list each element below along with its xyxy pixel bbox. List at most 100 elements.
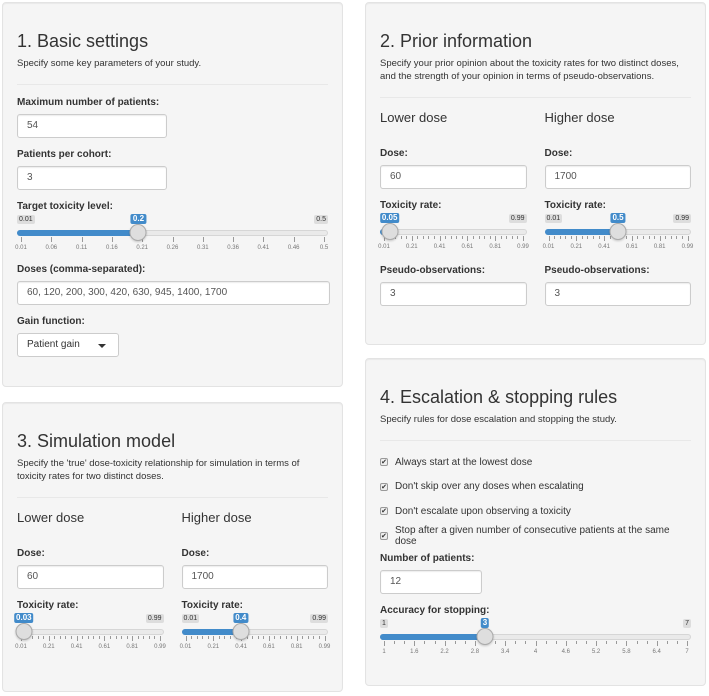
checkbox[interactable]: ✔	[380, 458, 388, 466]
slider-tick-label: 0.46	[287, 245, 300, 251]
checkbox[interactable]: ✔	[380, 482, 388, 491]
slider-max-label: 0.99	[508, 214, 527, 223]
simulation-model-description: Specify the 'true' dose-toxicity relatio…	[17, 458, 300, 482]
slider-min-label: 0.01	[181, 614, 200, 623]
slider-tick	[263, 636, 265, 639]
sim-higher-dose-input[interactable]: 1700	[181, 565, 328, 589]
prior-higher-dose-input[interactable]: 1700	[544, 165, 691, 189]
slider-tick	[676, 236, 678, 239]
gain-label: Gain function:	[17, 316, 85, 327]
slider-handle[interactable]	[129, 224, 147, 241]
slider-tick	[523, 236, 524, 241]
slider-tick	[555, 641, 557, 644]
slider-tick	[324, 636, 326, 641]
slider-tick	[511, 236, 513, 239]
slider-tick-label: 0.99	[681, 244, 694, 250]
prior-lower-tox-slider[interactable]: 0.010.990.010.210.410.610.810.990.05	[378, 213, 529, 262]
slider-tick-label: 0.61	[461, 244, 474, 250]
slider-handle[interactable]	[232, 623, 250, 640]
rules-checklist: ✔ Always start at the lowest dose ✔ Don't s…	[380, 455, 691, 547]
slider-tick	[202, 636, 204, 639]
slider-value-label: 0.03	[14, 613, 34, 623]
slider-track[interactable]	[380, 229, 527, 235]
rule-checkbox-row[interactable]: ✔ Don't escalate upon observing a toxicit…	[380, 504, 691, 518]
slider-tick	[280, 636, 282, 639]
slider-tick	[554, 236, 556, 239]
slider-tick	[111, 237, 113, 242]
slider-fill	[544, 229, 618, 235]
accuracy-label: Accuracy for stopping:	[380, 605, 490, 616]
sim-lower-tox-label: Toxicity rate:	[17, 600, 79, 611]
slider-tick-label: 0.06	[45, 245, 58, 251]
prior-lower-pseudo-input[interactable]: 3	[380, 282, 527, 306]
cohort-label: Patients per cohort:	[17, 149, 112, 160]
rule-checkbox-row[interactable]: ✔ Don't skip over any doses when escalati…	[380, 480, 691, 494]
slider-tick	[495, 641, 497, 644]
slider-handle[interactable]	[381, 223, 399, 240]
slider-value-label: 0.05	[379, 213, 400, 223]
slider-value-label: 0.5	[610, 213, 626, 223]
divider	[17, 84, 328, 85]
slider-tick	[384, 641, 385, 646]
prior-higher-pseudo-input[interactable]: 3	[544, 282, 691, 306]
slider-tick	[59, 636, 61, 639]
slider-tick	[565, 236, 567, 239]
max-patients-input[interactable]: 54	[17, 114, 167, 138]
checkbox[interactable]: ✔	[380, 531, 388, 540]
cohort-input[interactable]: 3	[17, 166, 167, 190]
sim-lower-dose-input[interactable]: 60	[17, 565, 164, 589]
slider-tick	[196, 636, 198, 639]
basic-settings-description: Specify some key parameters of your stud…	[17, 58, 202, 69]
slider-tick	[495, 236, 497, 241]
slider-tick	[616, 641, 618, 644]
checkbox-label: Don't escalate upon observing a toxicity	[395, 505, 571, 517]
checkbox[interactable]: ✔	[380, 507, 388, 515]
slider-tick	[37, 636, 39, 639]
checkbox-label: Stop after a given number of consecutive…	[394, 524, 670, 547]
slider-tick-label: 7	[685, 649, 689, 655]
rule-checkbox-row[interactable]: ✔ Stop after a given number of consecutiv…	[380, 525, 691, 547]
target-tox-slider[interactable]: 0.01 0.5 0.01 0.06 0.11 0.16 0.21 0.26 0.31 0.36 0…	[15, 214, 328, 263]
slider-fill	[380, 634, 485, 640]
slider-tick	[517, 236, 519, 239]
slider-tick	[637, 236, 639, 239]
escalation-rules-description: Specify rules for dose escalation and st…	[380, 414, 617, 425]
gain-select[interactable]: Patient gain	[17, 333, 119, 357]
slider-tick	[132, 636, 134, 641]
num-patients-input[interactable]: 12	[380, 570, 482, 594]
prior-lower-heading: Lower dose	[380, 110, 448, 125]
slider-handle[interactable]	[476, 628, 494, 645]
slider-tick-label: 0.41	[257, 245, 270, 251]
slider-track[interactable]	[17, 629, 164, 635]
slider-tick-label: 0.21	[42, 644, 55, 650]
slider-tick	[454, 641, 456, 644]
slider-tick	[98, 636, 100, 639]
slider-handle[interactable]	[15, 623, 33, 640]
slider-tick	[307, 636, 309, 639]
slider-tick	[467, 236, 469, 241]
prior-lower-dose-input[interactable]: 60	[380, 165, 527, 189]
rule-checkbox-row[interactable]: ✔ Always start at the lowest dose	[380, 455, 691, 469]
accuracy-slider[interactable]: 1 7 1 1.6 2.2 2.8 3.4 4 4.6 5.2 5.8 6.4 7 3	[380, 618, 691, 667]
sim-higher-tox-slider[interactable]: 0.01 0.99 0.01 0.21 0.41 0.61 0.81 0.99 0.4	[180, 613, 330, 662]
slider-tick	[394, 641, 396, 644]
slider-tick	[43, 636, 45, 639]
slider-tick	[137, 636, 139, 639]
sim-lower-column: Lower dose Dose: 60 Toxicity rate: 0.01 0…	[14, 510, 166, 662]
sim-lower-dose-label: Dose:	[17, 548, 45, 559]
doses-label: Doses (comma-separated):	[17, 264, 146, 275]
basic-settings-panel: 1. Basic settings Specify some key param…	[2, 2, 343, 387]
slider-handle[interactable]	[609, 223, 627, 240]
slider-max-label: 7	[683, 619, 691, 628]
slider-tick	[474, 641, 476, 646]
slider-tick	[581, 236, 583, 239]
prior-higher-tox-slider[interactable]: 0.01 0.99 0.01 0.21 0.41 0.61 0.81 0.99 0.5	[543, 213, 694, 262]
sim-lower-tox-slider[interactable]: 0.010.990.010.210.410.610.810.990.03	[14, 613, 166, 662]
slider-tick	[51, 237, 53, 242]
slider-tick-label: 0.21	[570, 244, 583, 250]
slider-tick	[257, 636, 259, 639]
slider-tick	[318, 636, 320, 639]
slider-tick	[687, 641, 688, 646]
doses-input[interactable]: 60, 120, 200, 300, 420, 630, 945, 1400, …	[17, 281, 330, 305]
slider-tick	[424, 641, 426, 644]
